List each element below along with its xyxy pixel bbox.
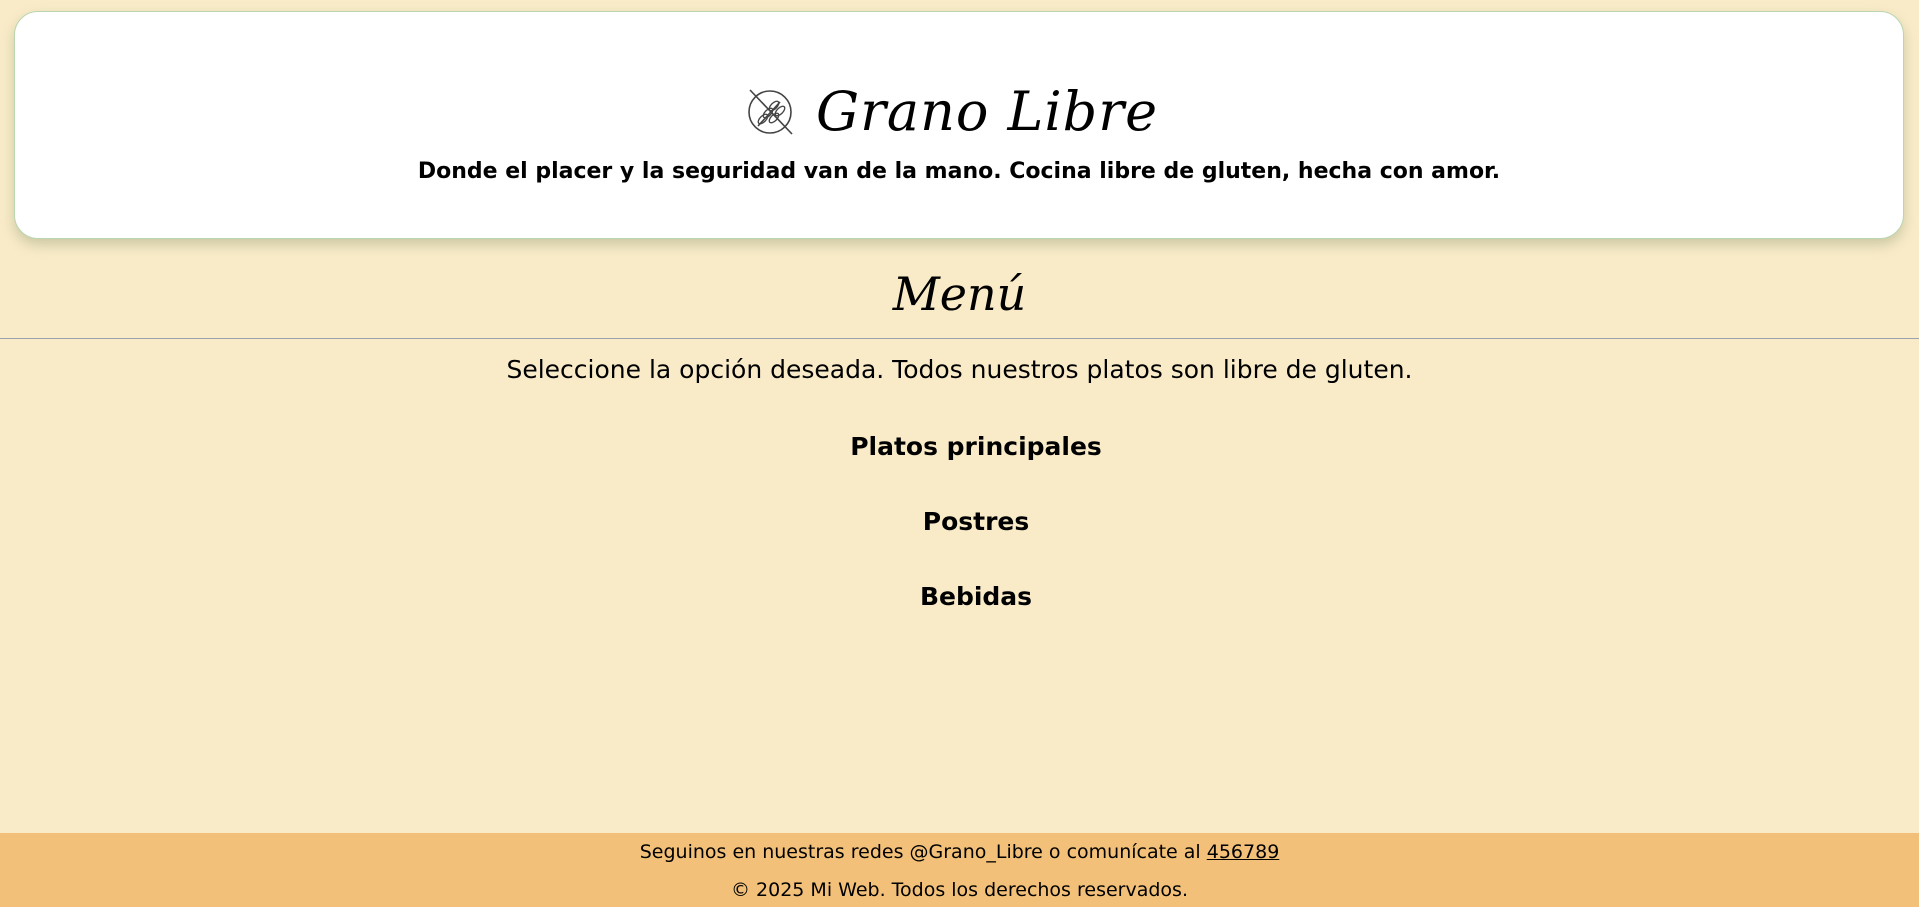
menu-option-postres[interactable]: Postres bbox=[0, 506, 1919, 538]
site-tagline: Donde el placer y la seguridad van de la… bbox=[417, 159, 1501, 184]
section-divider bbox=[0, 338, 1919, 339]
menu-option-platos-principales[interactable]: Platos principales bbox=[0, 431, 1919, 463]
phone-link[interactable]: 456789 bbox=[1207, 841, 1280, 863]
menu-option-bebidas[interactable]: Bebidas bbox=[0, 581, 1919, 613]
footer-social-text: Seguinos en nuestras redes @Grano_Libre … bbox=[639, 841, 1207, 863]
site-title: Grano Libre bbox=[815, 80, 1159, 143]
gluten-free-wheat-icon bbox=[744, 86, 796, 138]
brand: Grano Libre bbox=[15, 80, 1903, 144]
menu-intro: Seleccione la opción deseada. Todos nues… bbox=[506, 355, 1413, 384]
menu-heading: Menú bbox=[892, 267, 1027, 321]
site-header: Grano Libre Donde el placer y la segurid… bbox=[14, 11, 1904, 239]
footer-contact: Seguinos en nuestras redes @Grano_Libre … bbox=[0, 840, 1919, 864]
footer-copyright: © 2025 Mi Web. Todos los derechos reserv… bbox=[731, 879, 1188, 901]
